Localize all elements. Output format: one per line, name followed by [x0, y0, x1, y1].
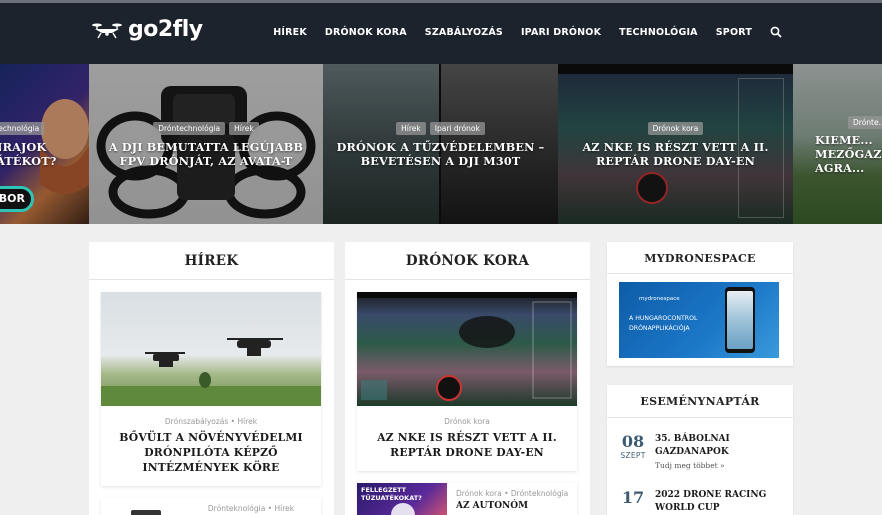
post-category[interactable]: Drónszabályozás • Hírek	[101, 417, 321, 426]
site-header: go2fly HÍREK DRÓNOK KORA SZABÁLYOZÁS IPA…	[0, 0, 882, 64]
nav-technologia[interactable]: TECHNOLÓGIA	[619, 27, 698, 38]
post-thumb[interactable]	[131, 510, 161, 515]
event-title[interactable]: 2022 DRONE RACING WORLD CUP HUNGARY	[655, 489, 775, 515]
banner-brand: mydronespace	[639, 296, 680, 302]
slide-title[interactable]: KIEME... MEZŐGAZD... AGRA...	[815, 133, 882, 175]
event-title[interactable]: 35. BÁBOLNAI GAZDANAPOK	[655, 433, 775, 459]
nav-hirek[interactable]: HÍREK	[273, 27, 307, 38]
slide-tag[interactable]: Drónte...	[848, 116, 882, 129]
slide-title[interactable]: DRÓNOK A TŰZVÉDELEMBEN – BEVETÉSEN A DJI…	[329, 140, 552, 168]
banner-line-2: DRÓNAPPLIKÁCIÓJA	[629, 325, 690, 332]
event-item[interactable]: 17 2022 DRONE RACING WORLD CUP HUNGARY	[619, 489, 775, 515]
nav-ipari-dronok[interactable]: IPARI DRÓNOK	[521, 27, 601, 38]
phone-mockup	[725, 287, 755, 353]
slide-dji-avata[interactable]: Dróntechnológia Hírek A DJI BEMUTATTA LE…	[89, 64, 323, 224]
slide-tag[interactable]: Drónok kora	[647, 122, 704, 135]
post-category[interactable]: Drónteknológia • Hírek	[181, 504, 321, 513]
mydronespace-widget: MYDRONESPACE mydronespace A HUNGAROCONTR…	[607, 242, 793, 366]
search-icon[interactable]	[770, 26, 782, 38]
logo[interactable]: go2fly	[92, 17, 203, 42]
post-category[interactable]: Drónok kora • Drónteknológia	[456, 489, 568, 498]
slide-tag[interactable]: Hírek	[229, 122, 259, 135]
nav-sport[interactable]: SPORT	[716, 27, 752, 38]
thumb-text: FELLEGZETT TŰZUATÉKOKAT?	[361, 486, 422, 502]
event-date: 08 SZEPT	[619, 433, 647, 470]
event-more-link[interactable]: Tudj meg többet »	[655, 461, 775, 470]
event-date: 17	[619, 489, 647, 515]
hirek-heading[interactable]: HÍREK	[89, 242, 334, 280]
slide-tag[interactable]: Ipari drónok	[429, 122, 485, 135]
slide-tuzvedelem[interactable]: Hírek Ipari drónok DRÓNOK A TŰZVÉDELEMBE…	[323, 64, 558, 224]
calendar-widget: ESEMÉNYNAPTÁR 08 SZEPT 35. BÁBOLNAI GAZD…	[607, 385, 793, 515]
main-nav: HÍREK DRÓNOK KORA SZABÁLYOZÁS IPARI DRÓN…	[273, 26, 782, 38]
slide-tag[interactable]: Dróntechnológia	[153, 122, 226, 135]
nav-dronok-kora[interactable]: DRÓNOK KORA	[325, 27, 407, 38]
post-thumb[interactable]: FELLEGZETT TŰZUATÉKOKAT?	[357, 483, 447, 515]
slide-mezogazdasag[interactable]: Drónte... KIEME... MEZŐGAZD... AGRA...	[793, 64, 882, 224]
post-category[interactable]: Drónok kora	[357, 417, 577, 426]
event-day: 08	[621, 432, 645, 451]
post-image[interactable]	[101, 292, 321, 406]
event-item[interactable]: 08 SZEPT 35. BÁBOLNAI GAZDANAPOK Tudj me…	[619, 433, 775, 471]
logo-text: go2fly	[128, 17, 203, 42]
post-title[interactable]: AZ AUTONÓM	[456, 501, 528, 511]
slide-nke-drone-day[interactable]: Drónok kora AZ NKE IS RÉSZT VETT A II. R…	[558, 64, 793, 224]
featured-slider: Technológia ...ONRAJOK ...ZJÁTÉKOT? BOR …	[0, 64, 882, 224]
slide-title[interactable]: A DJI BEMUTATTA LEGÚJABB FPV DRÓNJÁT, AZ…	[95, 140, 317, 168]
drone-logo-icon	[92, 23, 122, 38]
post-image[interactable]	[357, 292, 577, 406]
slide-title[interactable]: ...ONRAJOK ...ZJÁTÉKOT?	[0, 140, 89, 168]
mydronespace-heading[interactable]: MYDRONESPACE	[607, 242, 793, 274]
slide-badge: BOR	[0, 186, 34, 212]
play-icon[interactable]	[391, 503, 415, 515]
slide-video[interactable]: Technológia ...ONRAJOK ...ZJÁTÉKOT? BOR	[0, 64, 89, 224]
post-title[interactable]: BŐVÜLT A NÖVÉNYVÉDELMI DRÓNPILÓTA KÉPZŐ …	[109, 430, 313, 475]
dronok-kora-post-1[interactable]: Drónok kora AZ NKE IS RÉSZT VETT A II. R…	[357, 292, 577, 471]
nav-szabalyozas[interactable]: SZABÁLYOZÁS	[425, 27, 503, 38]
event-month: SZEPT	[620, 451, 646, 460]
dronok-kora-post-2[interactable]: FELLEGZETT TŰZUATÉKOKAT? Drónok kora • D…	[357, 483, 577, 515]
slide-title[interactable]: AZ NKE IS RÉSZT VETT A II. REPTÁR DRONE …	[564, 140, 787, 168]
post-title[interactable]: AZ NKE IS RÉSZT VETT A II. REPTÁR DRONE …	[365, 430, 569, 460]
event-day: 17	[621, 488, 645, 507]
hirek-post-1[interactable]: Drónszabályozás • Hírek BŐVÜLT A NÖVÉNYV…	[101, 292, 321, 486]
calendar-heading[interactable]: ESEMÉNYNAPTÁR	[607, 385, 793, 418]
banner-line-1: A HUNGAROCONTROL	[629, 315, 698, 322]
hirek-post-2[interactable]: Drónteknológia • Hírek	[101, 498, 321, 515]
mydronespace-banner[interactable]: mydronespace A HUNGAROCONTROL DRÓNAPPLIK…	[619, 282, 779, 358]
slide-tag[interactable]: Hírek	[396, 122, 426, 135]
slide-tag[interactable]: Technológia	[0, 122, 45, 135]
dronok-kora-heading[interactable]: DRÓNOK KORA	[345, 242, 590, 280]
